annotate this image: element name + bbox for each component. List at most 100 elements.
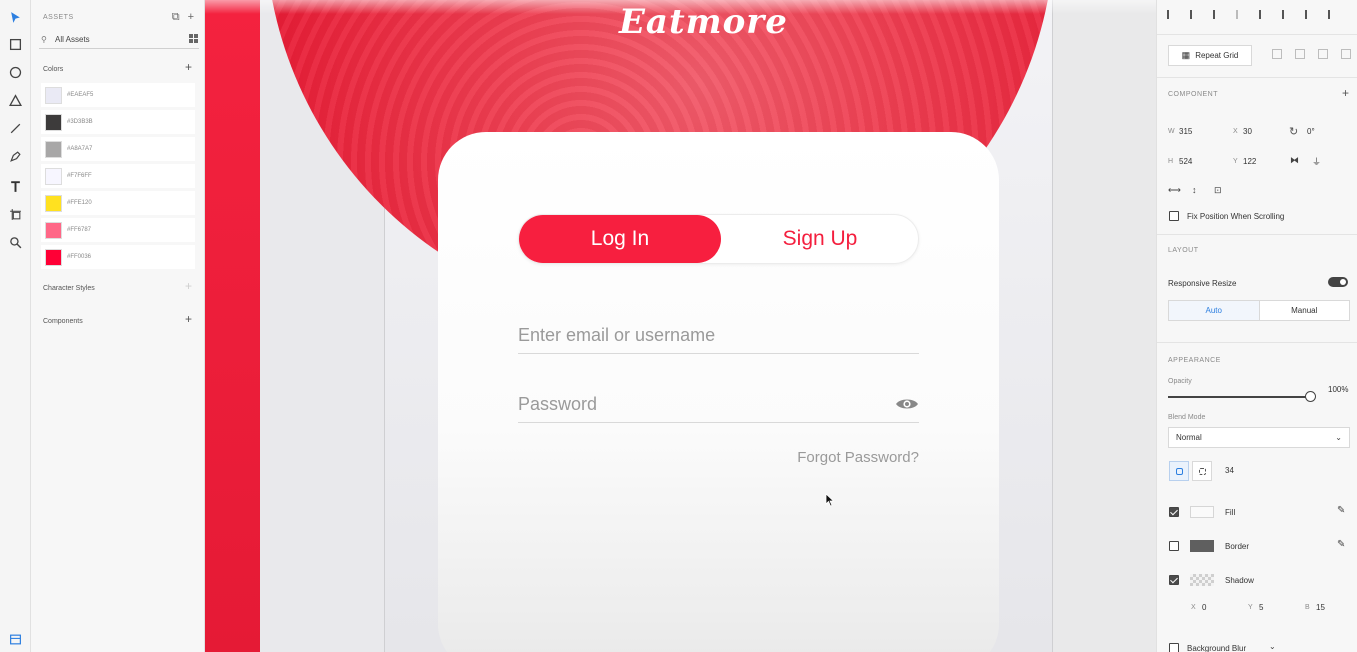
shadow-checkbox[interactable] [1169, 575, 1179, 585]
line-icon[interactable] [6, 119, 24, 137]
blend-mode-select[interactable]: Normal ⌄ [1168, 427, 1350, 448]
grid-view-icon[interactable] [189, 34, 198, 43]
color-hex: #EAEAF5 [67, 92, 94, 98]
per-corner-radius-button[interactable] [1192, 461, 1212, 481]
height-field[interactable]: 524 [1179, 157, 1192, 166]
exclude-icon[interactable] [1341, 49, 1351, 59]
fit-height-icon[interactable]: ↕ [1192, 185, 1197, 195]
shadow-swatch[interactable] [1190, 574, 1214, 586]
intersect-icon[interactable] [1318, 49, 1328, 59]
colors-label: Colors [43, 66, 64, 73]
opacity-slider-handle[interactable] [1305, 391, 1316, 402]
ellipse-icon[interactable] [6, 63, 24, 81]
background-blur-checkbox[interactable] [1169, 643, 1179, 652]
align-middle-icon[interactable] [1190, 10, 1199, 19]
x-label: X [1233, 128, 1238, 135]
divider [1157, 34, 1357, 35]
add-color-icon[interactable]: + [185, 60, 192, 74]
blend-mode-value: Normal [1176, 433, 1202, 442]
responsive-resize-toggle[interactable] [1328, 277, 1348, 287]
chevron-down-icon[interactable]: ⌄ [1269, 642, 1276, 651]
flip-vertical-icon[interactable]: ⏚ [1312, 155, 1321, 168]
pen-icon[interactable] [6, 147, 24, 165]
property-inspector: ▦ Repeat Grid COMPONENT + W 315 X 30 ↻ 0… [1156, 0, 1357, 652]
color-hex: #FFE120 [67, 200, 92, 206]
canvas-fade [205, 0, 1156, 14]
color-asset-row[interactable]: #A8A7A7 [41, 137, 195, 161]
flip-horizontal-icon[interactable]: ⧓ [1290, 155, 1299, 166]
password-field[interactable]: Password [518, 387, 919, 423]
login-tab[interactable]: Log In [519, 215, 721, 263]
uniform-radius-button[interactable] [1169, 461, 1189, 481]
align-bottom-icon[interactable] [1213, 10, 1222, 19]
eyedropper-icon[interactable]: ✎ [1337, 539, 1345, 550]
color-asset-row[interactable]: #FF6787 [41, 218, 195, 242]
design-canvas[interactable]: Eatmore Log In Sign Up Enter email or us… [205, 0, 1156, 652]
polygon-icon[interactable] [6, 91, 24, 109]
repeat-grid-button[interactable]: ▦ Repeat Grid [1168, 45, 1252, 66]
color-hex: #FF6787 [67, 227, 92, 233]
opacity-value[interactable]: 100% [1328, 385, 1348, 394]
fix-position-checkbox[interactable] [1169, 211, 1179, 221]
border-swatch[interactable] [1190, 540, 1214, 552]
x-field[interactable]: 30 [1243, 127, 1252, 136]
component-section-label: COMPONENT [1168, 91, 1218, 98]
add-component-icon[interactable]: + [185, 312, 192, 326]
align-right-icon[interactable] [1305, 10, 1314, 19]
add-asset-icon[interactable]: + [188, 11, 194, 24]
forgot-password-link[interactable]: Forgot Password? [797, 449, 919, 466]
color-asset-row[interactable]: #EAEAF5 [41, 83, 195, 107]
assets-filter[interactable]: ⚲ All Assets ⌄ [39, 31, 199, 49]
corner-radius-field[interactable]: 34 [1225, 466, 1234, 475]
distribute-icon[interactable] [1236, 10, 1245, 19]
shadow-y-field[interactable]: 5 [1259, 603, 1263, 612]
zoom-icon[interactable] [6, 233, 24, 251]
shadow-y-label: Y [1248, 604, 1253, 611]
fit-width-icon[interactable]: ⟷ [1168, 185, 1181, 196]
rotation-field[interactable]: 0° [1307, 127, 1315, 136]
repeat-grid-label: Repeat Grid [1195, 51, 1239, 60]
color-asset-row[interactable]: #FF0036 [41, 245, 195, 269]
width-field[interactable]: 315 [1179, 127, 1192, 136]
add-icon[interactable] [1272, 49, 1282, 59]
fill-swatch[interactable] [1190, 506, 1214, 518]
align-center-icon[interactable] [1282, 10, 1291, 19]
eye-icon[interactable] [895, 397, 919, 411]
fill-checkbox[interactable] [1169, 507, 1179, 517]
login-card[interactable]: Log In Sign Up Enter email or username P… [438, 132, 999, 652]
distribute-horizontal-icon[interactable] [1328, 10, 1337, 19]
fit-content-icon[interactable]: ⊡ [1214, 185, 1222, 196]
artboard-icon[interactable] [6, 205, 24, 223]
rectangle-icon[interactable] [6, 35, 24, 53]
opacity-label: Opacity [1168, 378, 1192, 385]
shadow-x-label: X [1191, 604, 1196, 611]
color-asset-row[interactable]: #FFE120 [41, 191, 195, 215]
align-left-icon[interactable] [1259, 10, 1268, 19]
rotate-icon: ↻ [1289, 126, 1299, 138]
color-hex: #F7F6FF [67, 173, 92, 179]
add-component-state-icon[interactable]: + [1342, 86, 1349, 100]
shadow-blur-field[interactable]: 15 [1316, 603, 1325, 612]
red-artboard-strip [205, 0, 260, 652]
y-field[interactable]: 122 [1243, 157, 1256, 166]
library-icon[interactable]: ⧉ [172, 11, 180, 24]
auto-option[interactable]: Auto [1169, 301, 1260, 320]
assets-panel: ASSETS ⧉ + ⚲ All Assets ⌄ Colors + #EAEA… [31, 0, 205, 652]
eyedropper-icon[interactable]: ✎ [1337, 505, 1345, 516]
shadow-x-field[interactable]: 0 [1202, 603, 1206, 612]
divider [1157, 234, 1357, 235]
select-icon[interactable] [6, 8, 24, 26]
align-top-icon[interactable] [1167, 10, 1176, 19]
subtract-icon[interactable] [1295, 49, 1305, 59]
add-character-style-icon[interactable]: + [185, 279, 192, 293]
layers-icon[interactable] [6, 630, 24, 648]
opacity-slider-track[interactable] [1168, 396, 1310, 398]
email-field[interactable]: Enter email or username [518, 318, 919, 354]
border-checkbox[interactable] [1169, 541, 1179, 551]
color-asset-row[interactable]: #3D3B3B [41, 110, 195, 134]
color-asset-row[interactable]: #F7F6FF [41, 164, 195, 188]
text-icon[interactable] [6, 177, 24, 195]
layout-section-label: LAYOUT [1168, 247, 1199, 254]
signup-tab[interactable]: Sign Up [721, 215, 919, 263]
manual-option[interactable]: Manual [1260, 301, 1350, 320]
